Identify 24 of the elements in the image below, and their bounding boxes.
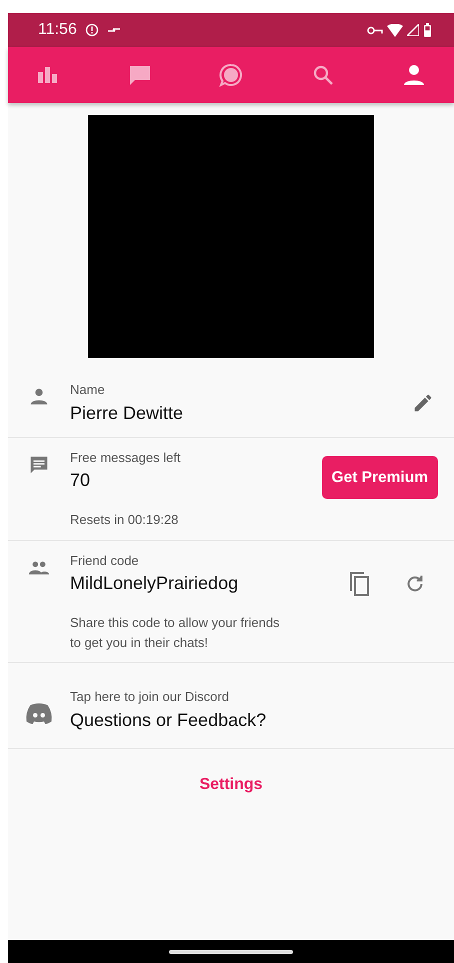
copy-icon — [348, 570, 372, 596]
pencil-icon — [412, 392, 434, 414]
get-premium-button[interactable]: Get Premium — [322, 456, 438, 499]
friend-label: Friend code — [70, 552, 140, 570]
name-label: Name — [70, 381, 106, 399]
key-icon — [367, 26, 383, 34]
speech-bubble-icon — [219, 63, 243, 87]
messages-note: Resets in 00:19:28 — [70, 511, 180, 529]
chat-icon — [128, 63, 152, 87]
messages-label: Free messages left — [70, 448, 182, 467]
status-time: 11:56 — [38, 20, 77, 40]
wifi-icon — [387, 24, 403, 36]
signal-icon — [407, 24, 419, 36]
person-icon — [402, 63, 426, 87]
name-value: Pierre Dewitte — [70, 402, 184, 424]
discord-value: Questions or Feedback? — [70, 708, 268, 732]
home-indicator[interactable] — [169, 950, 293, 954]
battery-icon — [423, 23, 432, 37]
messages-value: 70 — [70, 469, 92, 492]
alert-icon — [84, 23, 99, 37]
friend-note: Share this code to allow your friends to get you in their chats! — [70, 614, 281, 652]
settings-link[interactable]: Settings — [199, 776, 263, 792]
discord-label: Tap here to join our Discord — [70, 688, 230, 706]
friend-value: MildLonelyPrairiedog — [70, 572, 240, 595]
